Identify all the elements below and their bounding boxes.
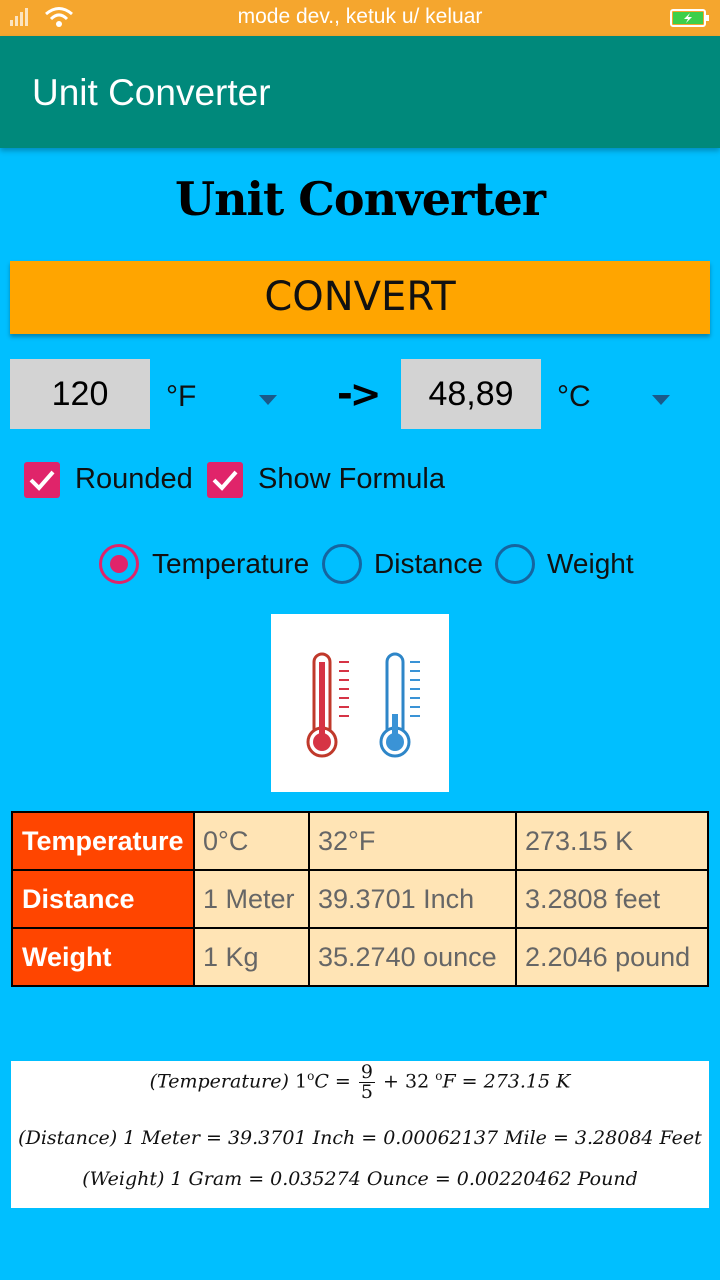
row-header: Distance (11, 869, 195, 929)
table-row: Temperature 0°C 32°F 273.15 K (11, 811, 709, 871)
temperature-formula-unit-c: C (314, 1070, 329, 1093)
temperature-formula-rest: + 32 (383, 1070, 436, 1093)
weight-formula: (Weight) 1 Gram = 0.035274 Ounce = 0.002… (82, 1168, 638, 1190)
radio-weight[interactable] (495, 544, 535, 584)
radio-distance-label: Distance (374, 548, 483, 579)
table-cell: 1 Kg (193, 927, 310, 987)
table-cell: 3.2808 feet (515, 869, 709, 929)
radio-temperature-label: Temperature (152, 548, 310, 579)
rounded-label: Rounded (75, 463, 193, 495)
temperature-formula: (Temperature) 1oC = 95 + 32 oF = 273.15 … (149, 1061, 571, 1103)
status-bar-text: mode dev., ketuk u/ keluar (237, 5, 483, 28)
input-value-field[interactable]: 120 (10, 359, 150, 429)
input-unit-select[interactable]: °F (166, 380, 196, 414)
temperature-formula-unit-f: F (442, 1070, 456, 1093)
formula-panel: (Temperature) 1oC = 95 + 32 oF = 273.15 … (11, 1061, 709, 1208)
output-value-field[interactable]: 48,89 (401, 359, 541, 429)
show-formula-label: Show Formula (258, 463, 445, 495)
table-row: Distance 1 Meter 39.3701 Inch 3.2808 fee… (11, 869, 709, 929)
chevron-down-icon[interactable] (651, 391, 671, 410)
chevron-down-icon[interactable] (258, 391, 278, 410)
table-cell: 1 Meter (193, 869, 310, 929)
thermometer-hot-cold-icon (306, 652, 420, 758)
radio-temperature[interactable] (99, 544, 139, 584)
output-unit-select[interactable]: °C (557, 380, 591, 414)
fraction-denominator: 5 (360, 1081, 373, 1103)
distance-formula: (Distance) 1 Meter = 39.3701 Inch = 0.00… (18, 1127, 702, 1149)
table-cell: 35.2740 ounce (308, 927, 517, 987)
app-bar-title: Unit Converter (32, 72, 271, 113)
app-bar: Unit Converter (0, 36, 720, 148)
table-cell: 2.2046 pound (515, 927, 709, 987)
table-cell: 0°C (193, 811, 310, 871)
thermometer-image (271, 614, 449, 792)
status-bar: mode dev., ketuk u/ keluar (0, 0, 720, 36)
conversion-arrow: -> (337, 372, 382, 416)
battery-charging-icon (670, 9, 710, 31)
temperature-formula-prefix: (Temperature) (149, 1070, 289, 1093)
row-header: Temperature (11, 811, 195, 871)
table-row: Weight 1 Kg 35.2740 ounce 2.2046 pound (11, 927, 709, 987)
reference-table: Temperature 0°C 32°F 273.15 K Distance 1… (11, 811, 709, 987)
show-formula-checkbox[interactable] (207, 462, 243, 498)
temperature-formula-lhs: 1 (294, 1070, 308, 1093)
radio-distance[interactable] (322, 544, 362, 584)
convert-button[interactable]: CONVERT (10, 261, 710, 334)
fraction: 95 (358, 1061, 375, 1103)
rounded-checkbox[interactable] (24, 462, 60, 498)
fraction-numerator: 9 (358, 1061, 375, 1083)
page-title: Unit Converter (174, 172, 546, 226)
table-cell: 32°F (308, 811, 517, 871)
table-cell: 273.15 K (515, 811, 709, 871)
radio-weight-label: Weight (547, 548, 634, 579)
temperature-formula-tail: = 273.15 K (461, 1070, 571, 1093)
row-header: Weight (11, 927, 195, 987)
table-cell: 39.3701 Inch (308, 869, 517, 929)
